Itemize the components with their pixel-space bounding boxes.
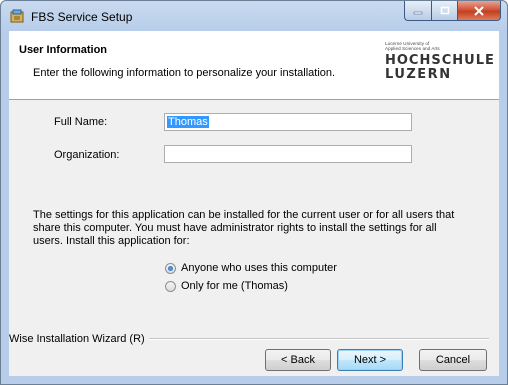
page-subtitle: Enter the following information to perso… <box>33 67 336 79</box>
full-name-value: Thomas <box>167 116 209 128</box>
radio-anyone[interactable]: Anyone who uses this computer <box>165 262 337 274</box>
close-icon <box>474 5 484 16</box>
radio-selected-icon <box>165 262 176 274</box>
title-bar[interactable]: FBS Service Setup <box>1 1 507 31</box>
radio-unselected-icon <box>165 280 176 292</box>
close-button[interactable] <box>457 1 501 21</box>
wizard-header: User Information Enter the following inf… <box>9 31 499 100</box>
wizard-client-area: User Information Enter the following inf… <box>9 31 499 376</box>
radio-only-me[interactable]: Only for me (Thomas) <box>165 280 288 292</box>
window-title: FBS Service Setup <box>31 10 133 24</box>
wise-brand-label: Wise Installation Wizard (R) <box>9 333 145 345</box>
hochschule-luzern-logo: Lucerne University of Applied Sciences a… <box>385 41 495 82</box>
full-name-input[interactable]: Thomas <box>164 113 412 131</box>
maximize-button[interactable] <box>431 1 457 21</box>
setup-window: FBS Service Setup User Information Enter… <box>0 0 508 385</box>
organization-input[interactable] <box>164 145 412 163</box>
caption-buttons <box>404 1 501 21</box>
install-scope-description: The settings for this application can be… <box>33 209 455 247</box>
full-name-label: Full Name: <box>54 116 108 128</box>
minimize-icon <box>413 11 423 14</box>
footer-divider <box>149 338 489 340</box>
next-button[interactable]: Next > <box>337 349 403 371</box>
radio-anyone-label: Anyone who uses this computer <box>181 262 337 274</box>
back-button[interactable]: < Back <box>265 349 331 371</box>
radio-only-me-label: Only for me (Thomas) <box>181 280 288 292</box>
maximize-icon <box>440 6 449 14</box>
installer-icon <box>10 9 24 23</box>
organization-label: Organization: <box>54 149 120 161</box>
cancel-button[interactable]: Cancel <box>419 349 487 371</box>
minimize-button[interactable] <box>404 1 431 21</box>
page-title: User Information <box>19 44 108 56</box>
